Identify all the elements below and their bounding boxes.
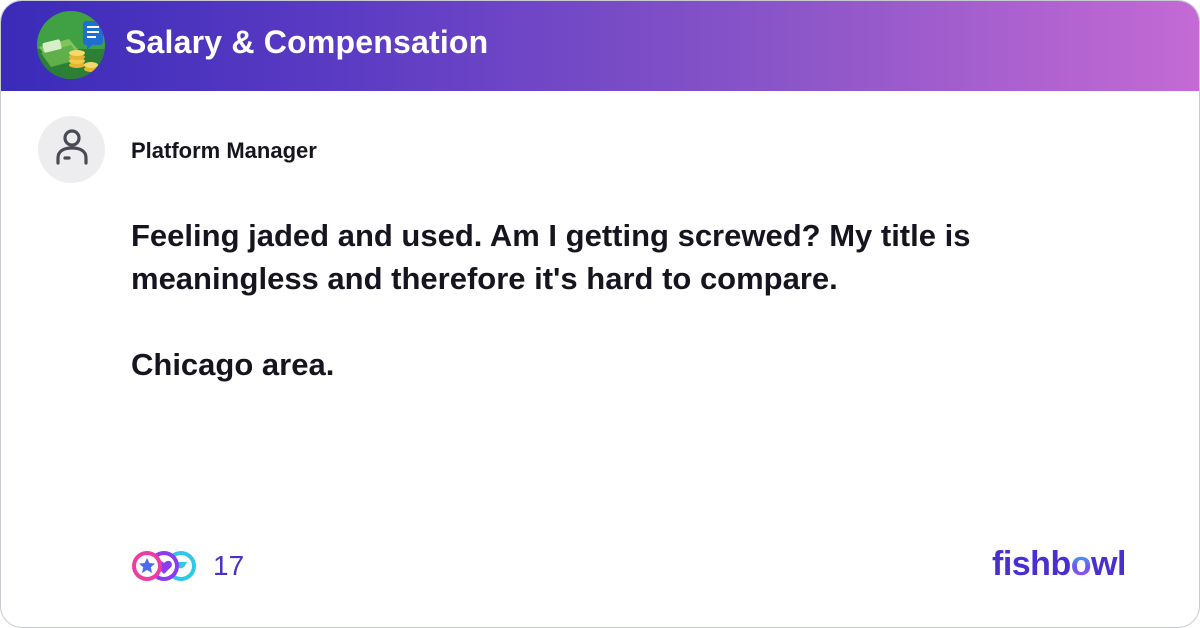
bowl-header: Salary & Compensation	[1, 1, 1199, 91]
reaction-icons	[131, 549, 197, 583]
brand-text-suffix: wl	[1091, 545, 1126, 583]
reaction-count: 17	[213, 550, 245, 581]
money-stack-with-chat-bubble-icon[interactable]	[37, 11, 105, 79]
post-card: Salary & Compensation Platform Manager F…	[0, 0, 1200, 628]
reactions[interactable]: 17	[131, 549, 244, 583]
post-paragraph: Feeling jaded and used. Am I getting scr…	[131, 218, 971, 296]
post-body: Feeling jaded and used. Am I getting scr…	[131, 214, 1091, 386]
author-title[interactable]: Platform Manager	[131, 138, 317, 164]
post-paragraph: Chicago area.	[131, 347, 335, 382]
brand-text-o: o	[1070, 545, 1092, 583]
anonymous-user-icon[interactable]	[38, 116, 105, 183]
fishbowl-logo[interactable]: fishbowl	[992, 545, 1126, 584]
bowl-title[interactable]: Salary & Compensation	[125, 24, 488, 61]
brand-text-prefix: fishb	[992, 545, 1071, 583]
